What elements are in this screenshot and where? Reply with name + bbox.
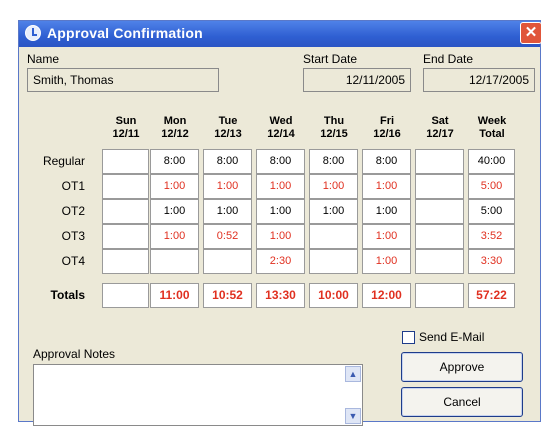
- hours-cell: [415, 283, 464, 308]
- hours-cell: [309, 224, 358, 249]
- hours-cell: 8:00: [256, 149, 305, 174]
- hours-cell: 1:00: [309, 199, 358, 224]
- hours-cell: 3:52: [468, 224, 515, 249]
- row-label: OT1: [61, 179, 85, 193]
- hours-cell: 1:00: [150, 199, 199, 224]
- column-header: Fri 12/16: [362, 115, 412, 141]
- hours-cell: 1:00: [362, 199, 411, 224]
- hours-cell: 1:00: [309, 174, 358, 199]
- name-field: Smith, Thomas: [27, 68, 219, 92]
- column-header: Tue 12/13: [203, 115, 253, 141]
- hours-cell: [203, 249, 252, 274]
- column-day: Wed: [269, 115, 293, 127]
- row-label: Regular: [42, 154, 85, 168]
- hours-cell: 0:52: [203, 224, 252, 249]
- column-date: Total: [479, 128, 505, 140]
- column-date: 12/14: [267, 128, 295, 140]
- approve-button[interactable]: Approve: [401, 352, 523, 382]
- hours-cell: 1:00: [150, 224, 199, 249]
- column-date: 12/12: [161, 128, 189, 140]
- name-label: Name: [27, 52, 60, 66]
- row-label: Totals: [50, 288, 85, 302]
- cancel-button[interactable]: Cancel: [401, 387, 523, 417]
- end-date-field: 12/17/2005: [423, 68, 535, 92]
- hours-cell: 8:00: [203, 149, 252, 174]
- hours-cell: 1:00: [256, 199, 305, 224]
- hours-cell: 5:00: [468, 199, 515, 224]
- close-button[interactable]: ✕: [520, 22, 541, 44]
- hours-cell: 1:00: [203, 174, 252, 199]
- hours-cell: 1:00: [362, 174, 411, 199]
- hours-cell: 1:00: [256, 174, 305, 199]
- column-date: 12/11: [112, 128, 140, 140]
- row-label: OT2: [61, 204, 85, 218]
- column-day: Sat: [431, 115, 449, 127]
- hours-cell: 1:00: [150, 174, 199, 199]
- hours-cell: 40:00: [468, 149, 515, 174]
- hours-cell: 11:00: [150, 283, 199, 308]
- approval-notes-textarea[interactable]: ▲ ▼: [33, 364, 363, 426]
- hours-cell: 1:00: [203, 199, 252, 224]
- hours-cell: 8:00: [150, 149, 199, 174]
- check-circle-icon: [25, 25, 41, 41]
- hours-cell: 8:00: [362, 149, 411, 174]
- hours-cell: 1:00: [362, 249, 411, 274]
- hours-cell: 2:30: [256, 249, 305, 274]
- hours-cell: [102, 224, 149, 249]
- column-date: 12/15: [320, 128, 348, 140]
- hours-cell: 10:00: [309, 283, 358, 308]
- approval-notes-label: Approval Notes: [33, 347, 116, 361]
- hours-cell: [102, 174, 149, 199]
- column-header: Mon 12/12: [150, 115, 200, 141]
- column-header: Sun 12/11: [102, 115, 150, 141]
- column-day: Thu: [323, 115, 345, 127]
- column-day: Mon: [163, 115, 187, 127]
- hours-cell: 3:30: [468, 249, 515, 274]
- hours-cell: [102, 199, 149, 224]
- hours-cell: [102, 149, 149, 174]
- column-date: 12/16: [373, 128, 401, 140]
- hours-cell: 1:00: [362, 224, 411, 249]
- hours-cell: 12:00: [362, 283, 411, 308]
- hours-cell: [150, 249, 199, 274]
- hours-cell: 8:00: [309, 149, 358, 174]
- column-day: Sun: [115, 115, 137, 127]
- hours-cell: 5:00: [468, 174, 515, 199]
- end-date-label: End Date: [423, 52, 474, 66]
- column-header: Thu 12/15: [309, 115, 359, 141]
- scroll-up-icon[interactable]: ▲: [345, 366, 361, 382]
- column-header: Sat 12/17: [415, 115, 465, 141]
- send-email-checkbox[interactable]: [402, 331, 415, 344]
- start-date-label: Start Date: [303, 52, 358, 66]
- approval-dialog: Approval Confirmation ✕ Name Smith, Thom…: [18, 20, 541, 426]
- hours-cell: 13:30: [256, 283, 305, 308]
- hours-cell: [415, 199, 464, 224]
- hours-cell: 1:00: [256, 224, 305, 249]
- hours-cell: [415, 224, 464, 249]
- column-day: Week: [477, 115, 507, 127]
- column-header: Week Total: [468, 115, 516, 141]
- column-day: Tue: [218, 115, 238, 127]
- column-date: 12/17: [426, 128, 454, 140]
- hours-cell: 57:22: [468, 283, 515, 308]
- column-day: Fri: [379, 115, 395, 127]
- column-header: Wed 12/14: [256, 115, 306, 141]
- hours-cell: [102, 249, 149, 274]
- hours-cell: [415, 174, 464, 199]
- start-date-field: 12/11/2005: [303, 68, 411, 92]
- hours-cell: [415, 149, 464, 174]
- hours-cell: [309, 249, 358, 274]
- dialog-title: Approval Confirmation: [47, 25, 203, 41]
- title-bar[interactable]: Approval Confirmation ✕: [19, 21, 541, 47]
- row-label: OT4: [61, 254, 85, 268]
- column-date: 12/13: [214, 128, 242, 140]
- row-label: OT3: [61, 229, 85, 243]
- hours-cell: [102, 283, 149, 308]
- send-email-label: Send E-Mail: [419, 330, 485, 344]
- hours-cell: 10:52: [203, 283, 252, 308]
- hours-cell: [415, 249, 464, 274]
